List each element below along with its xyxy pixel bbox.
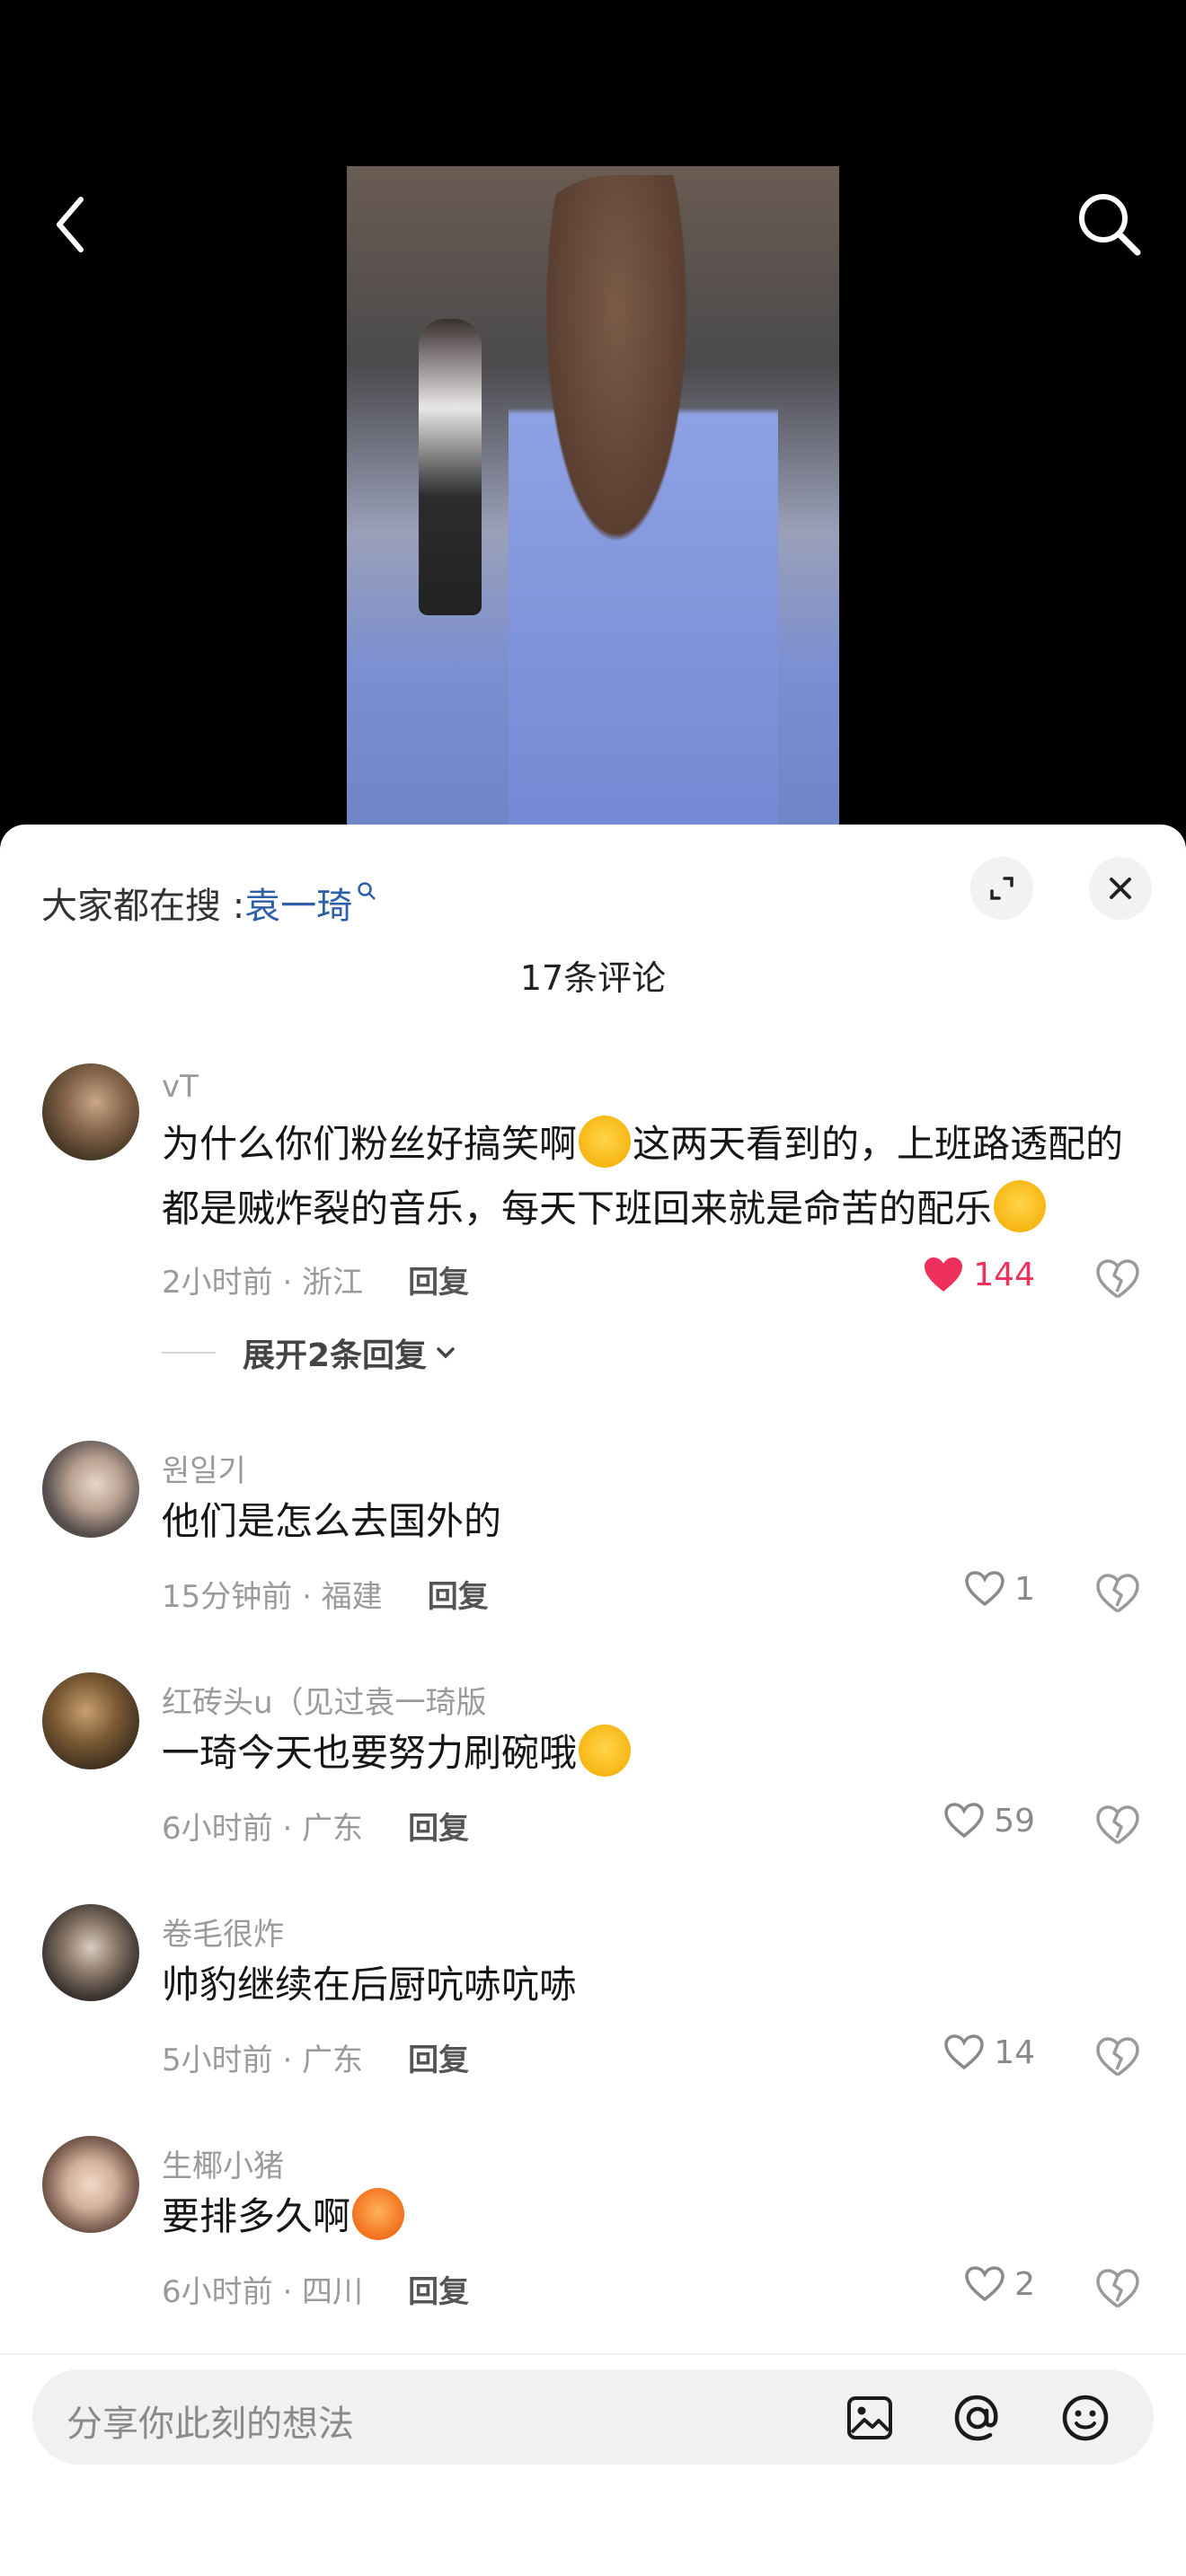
reply-button[interactable]: 回复 [408,2274,469,2310]
comment-time-location: 6小时前 · 广东 [162,1811,364,1847]
like-count: 2 [1014,2265,1035,2303]
comment-time-location: 5小时前 · 广东 [162,2042,364,2078]
like-button[interactable]: 144 [923,1256,1035,1293]
image-icon[interactable] [845,2393,895,2443]
like-count: 1 [1014,1570,1035,1608]
comment-meta: 5小时前 · 广东 回复 [162,2035,469,2079]
broken-heart-icon [1096,1805,1139,1845]
hot-search-link[interactable]: 袁一琦 [244,877,352,929]
heart-outline-icon [944,1803,984,1839]
hot-search-prefix: 大家都在搜 : [41,886,245,927]
comment-meta: 6小时前 · 四川 回复 [162,2267,469,2311]
heart-outline-icon [965,1571,1005,1607]
dislike-button[interactable] [1094,1802,1141,1848]
comment-text: 帅豹继续在后厨吭哧吭哧 [162,1963,578,2007]
expand-icon [990,877,1013,900]
video-area [0,0,1186,831]
comment-username[interactable]: 卷毛很炸 [162,1910,284,1954]
comment-text-part: 为什么你们粉丝好搞笑啊 [162,1122,578,1166]
broken-heart-icon [1096,2037,1139,2077]
video-main-person [509,175,778,831]
like-button[interactable]: 2 [964,2265,1035,2303]
divider-line [162,1352,216,1354]
avatar[interactable] [42,1904,139,2001]
close-icon [1110,878,1131,899]
star-eyes-emoji-icon [579,1725,632,1777]
like-count: 14 [994,2033,1035,2071]
heart-filled-icon [925,1257,963,1292]
comment-time-location: 15分钟前 · 福建 [162,1579,383,1615]
search-icon[interactable] [1069,184,1150,265]
comment-text: 要排多久啊 [162,2184,1132,2249]
broken-heart-icon [1096,2269,1139,2308]
chevron-down-icon [437,1347,455,1359]
comment-text-part: 要排多久啊 [162,2194,351,2238]
close-button[interactable] [1089,857,1152,920]
reply-button[interactable]: 回复 [428,1579,489,1615]
dislike-button[interactable] [1094,1256,1141,1302]
avatar[interactable] [42,2136,139,2233]
like-button[interactable]: 59 [943,1802,1035,1839]
like-button[interactable]: 14 [943,2033,1035,2071]
reply-button[interactable]: 回复 [408,1265,469,1301]
expand-replies-label: 展开2条回复 [243,1337,428,1374]
reply-button[interactable]: 回复 [408,2042,469,2078]
emoji-icon[interactable] [1060,2393,1111,2443]
dislike-button[interactable] [1094,2265,1141,2312]
fullscreen-expand-button[interactable] [970,857,1033,920]
broken-heart-icon [1096,1574,1139,1613]
expand-replies-button[interactable]: 展开2条回复 [162,1329,459,1376]
comment-username[interactable]: 红砖头u（见过袁一琦版 [162,1678,487,1722]
video-thumbnail[interactable] [347,166,839,831]
comment-input[interactable]: 分享你此刻的想法 [32,2369,1154,2465]
reply-button[interactable]: 回复 [408,1811,469,1847]
comment-text: 为什么你们粉丝好搞笑啊 这两天看到的，上班路透配的都是贼炸裂的音乐，每天下班回来就… [162,1112,1132,1241]
comment-username[interactable]: vT [162,1069,199,1105]
comment-input-placeholder[interactable]: 分享你此刻的想法 [66,2395,354,2447]
comment-username[interactable]: 원일기 [162,1446,246,1490]
hot-search-row[interactable]: 大家都在搜 : 袁一琦 [41,877,377,929]
comment-meta: 6小时前 · 广东 回复 [162,1804,469,1848]
input-divider [0,2353,1186,2355]
like-count: 59 [994,1802,1035,1839]
comment-time-location: 6小时前 · 四川 [162,2274,364,2310]
comment-text: 一琦今天也要努力刷碗哦 [162,1721,1132,1786]
small-search-icon [356,880,377,908]
video-background-person [419,319,482,615]
heart-outline-icon [944,2034,984,2070]
laugh-cry-emoji-icon [994,1180,1047,1232]
comment-meta: 15分钟前 · 福建 回复 [162,1572,489,1616]
like-button[interactable]: 1 [964,1570,1035,1608]
at-icon[interactable] [952,2393,1003,2443]
avatar[interactable] [42,1672,139,1769]
broken-heart-icon [1096,1259,1139,1299]
laugh-cry-emoji-icon [579,1116,632,1168]
angry-emoji-icon [352,2188,405,2240]
like-count: 144 [973,1256,1035,1293]
comment-time-location: 2小时前 · 浙江 [162,1265,364,1301]
dislike-button[interactable] [1094,2033,1141,2080]
comment-meta: 2小时前 · 浙江 回复 [162,1257,469,1301]
comment-username[interactable]: 生椰小猪 [162,2141,284,2185]
comment-text: 他们是怎么去国外的 [162,1499,502,1543]
avatar[interactable] [42,1441,139,1538]
avatar[interactable] [42,1063,139,1160]
comment-count: 17条评论 [519,958,667,998]
dislike-button[interactable] [1094,1570,1141,1617]
comment-text-part: 一琦今天也要努力刷碗哦 [162,1731,578,1775]
heart-outline-icon [965,2266,1005,2302]
chevron-left-icon[interactable] [36,189,108,260]
